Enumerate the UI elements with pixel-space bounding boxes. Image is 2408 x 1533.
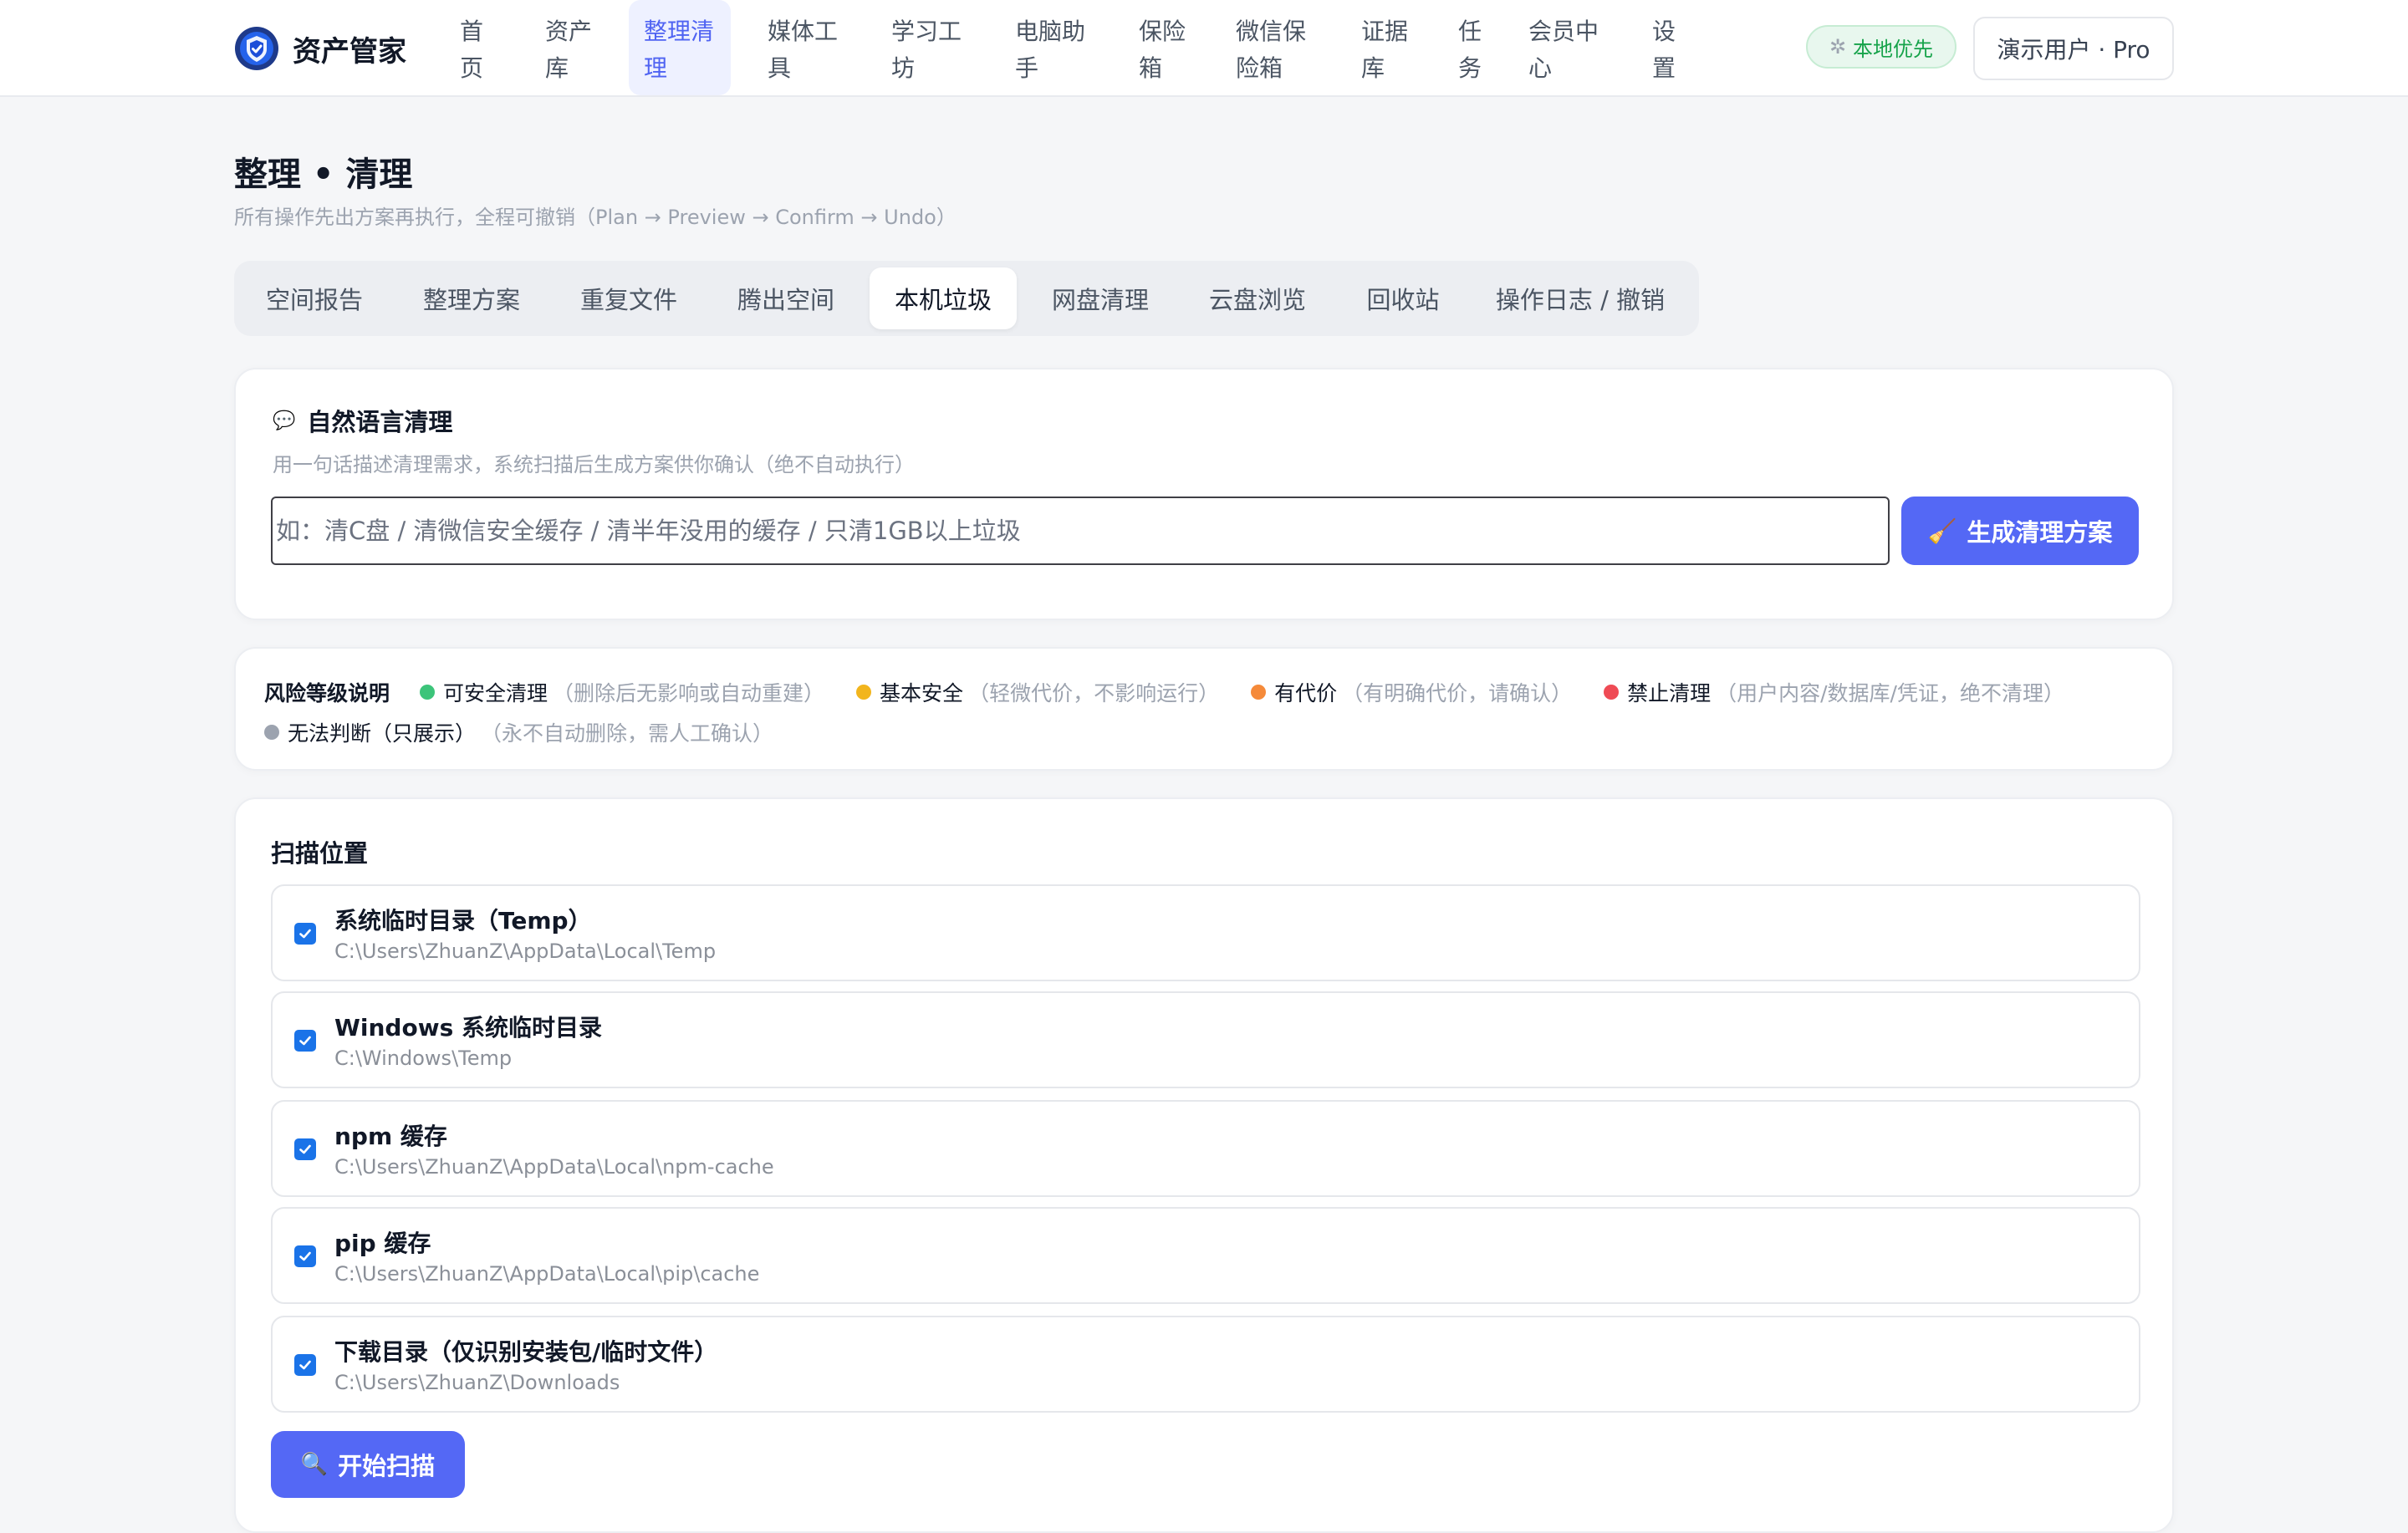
risk-level-legend-card: 风险等级说明 可安全清理 （删除后无影响或自动重建） 基本安全 （轻微代价，不影… [234, 647, 2174, 771]
start-scan-button[interactable]: 🔍 开始扫描 [271, 1431, 465, 1498]
scan-location-name: npm 缓存 [334, 1123, 447, 1150]
risk-note: （删除后无影响或自动重建） [553, 681, 825, 705]
risk-item-mostly-safe: 基本安全 （轻微代价，不影响运行） [856, 677, 1219, 707]
page-subtitle: 所有操作先出方案再执行，全程可撤销（Plan → Preview → Confi… [234, 206, 957, 229]
tab-space-report[interactable]: 空间报告 [249, 267, 380, 329]
scan-location-name: pip 缓存 [334, 1230, 431, 1257]
tab-cloud-browse[interactable]: 云盘浏览 [1192, 267, 1323, 329]
risk-legend-title: 风险等级说明 [264, 681, 390, 705]
section-tabs: 空间报告 整理方案 重复文件 腾出空间 本机垃圾 网盘清理 云盘浏览 回收站 操… [234, 261, 1699, 336]
tab-organize-plan[interactable]: 整理方案 [406, 267, 537, 329]
brand-name: 资产管家 [293, 34, 406, 69]
risk-legend-row-1: 风险等级说明 可安全清理 （删除后无影响或自动重建） 基本安全 （轻微代价，不影… [264, 677, 2096, 707]
user-account-button[interactable]: 演示用户 · Pro [1973, 17, 2174, 80]
checkbox-checked-icon[interactable] [294, 923, 316, 945]
gear-icon: ✲ [1829, 35, 1847, 59]
risk-note: （有明确代价，请确认） [1342, 681, 1573, 705]
page-title: 整理 • 清理 [234, 155, 413, 194]
scan-location-path: C:\Users\ZhuanZ\AppData\Local\pip\cache [334, 1262, 760, 1286]
top-navigation-bar: 资产管家 首页 资产库 整理清理 媒体工具 学习工坊 电脑助手 保险箱 微信保险… [0, 0, 2408, 97]
risk-item-unknown: 无法判断（只展示） （永不自动删除，需人工确认） [264, 717, 773, 747]
generate-cleanup-plan-label: 生成清理方案 [1967, 518, 2113, 547]
checkbox-checked-icon[interactable] [294, 1245, 316, 1267]
start-scan-label: 开始扫描 [338, 1452, 436, 1480]
nav-item-settings[interactable]: 设置 [1637, 0, 1691, 95]
scan-location-path: C:\Users\ZhuanZ\AppData\Local\Temp [334, 940, 717, 963]
risk-label: 可安全清理 [443, 681, 548, 705]
risk-label: 无法判断（只展示） [288, 721, 477, 746]
nav-item-tasks[interactable]: 任务 [1443, 0, 1497, 95]
scan-location-name: Windows 系统临时目录 [334, 1014, 602, 1042]
nav-item-asset-library[interactable]: 资产库 [530, 0, 607, 95]
checkbox-checked-icon[interactable] [294, 1030, 316, 1052]
risk-item-has-cost: 有代价 （有明确代价，请确认） [1251, 677, 1572, 707]
nav-item-vault[interactable]: 保险箱 [1124, 0, 1201, 95]
yellow-dot-icon [856, 685, 872, 700]
risk-note: （永不自动删除，需人工确认） [481, 721, 774, 746]
local-first-badge: ✲ 本地优先 [1806, 25, 1956, 69]
speech-bubble-icon: 💬 [273, 410, 296, 431]
nav-item-member-center[interactable]: 会员中心 [1513, 0, 1615, 95]
scan-location-item[interactable]: Windows 系统临时目录 C:\Windows\Temp [271, 991, 2140, 1088]
brand[interactable]: 资产管家 [234, 25, 406, 72]
natural-language-clean-card: 💬 自然语言清理 用一句话描述清理需求，系统扫描后生成方案供你确认（绝不自动执行… [234, 368, 2174, 620]
tab-recycle-bin[interactable]: 回收站 [1349, 267, 1457, 329]
scan-location-item[interactable]: pip 缓存 C:\Users\ZhuanZ\AppData\Local\pip… [271, 1207, 2140, 1304]
scan-location-name: 系统临时目录（Temp） [334, 907, 592, 935]
green-dot-icon [420, 685, 436, 700]
risk-label: 有代价 [1274, 681, 1338, 705]
nl-clean-heading: 💬 自然语言清理 [273, 403, 452, 438]
nav-item-learning-workshop[interactable]: 学习工坊 [876, 0, 978, 95]
risk-label: 禁止清理 [1627, 681, 1712, 705]
risk-note: （用户内容/数据库/凭证，绝不清理） [1716, 681, 2064, 705]
tab-duplicate-files[interactable]: 重复文件 [564, 267, 694, 329]
risk-item-safe: 可安全清理 （删除后无影响或自动重建） [420, 677, 824, 707]
scan-locations-title: 扫描位置 [271, 839, 369, 868]
risk-item-forbidden: 禁止清理 （用户内容/数据库/凭证，绝不清理） [1604, 677, 2064, 707]
tab-operation-log-undo[interactable]: 操作日志 / 撤销 [1483, 267, 1677, 329]
local-first-label: 本地优先 [1853, 37, 1934, 61]
scan-location-path: C:\Windows\Temp [334, 1047, 513, 1070]
scan-location-item[interactable]: npm 缓存 C:\Users\ZhuanZ\AppData\Local\npm… [271, 1100, 2140, 1197]
scan-location-item[interactable]: 下载目录（仅识别安装包/临时文件） C:\Users\ZhuanZ\Downlo… [271, 1316, 2140, 1413]
scan-location-path: C:\Users\ZhuanZ\AppData\Local\npm-cache [334, 1155, 774, 1179]
checkbox-checked-icon[interactable] [294, 1138, 316, 1160]
scan-locations-card: 扫描位置 系统临时目录（Temp） C:\Users\ZhuanZ\AppDat… [234, 797, 2174, 1533]
tab-local-junk[interactable]: 本机垃圾 [870, 267, 1017, 329]
broom-icon: 🧹 [1927, 517, 1957, 545]
tab-free-space[interactable]: 腾出空间 [721, 267, 851, 329]
nav-item-evidence-library[interactable]: 证据库 [1346, 0, 1423, 95]
scan-location-path: C:\Users\ZhuanZ\Downloads [334, 1371, 620, 1394]
checkbox-checked-icon[interactable] [294, 1354, 316, 1376]
nl-clean-title: 自然语言清理 [307, 408, 453, 436]
cleanup-request-input[interactable] [271, 497, 1890, 565]
nl-clean-description: 用一句话描述清理需求，系统扫描后生成方案供你确认（绝不自动执行） [273, 453, 915, 476]
orange-dot-icon [1251, 685, 1267, 700]
risk-legend-row-2: 无法判断（只展示） （永不自动删除，需人工确认） [264, 717, 805, 747]
nav-item-organize-clean[interactable]: 整理清理 [629, 0, 731, 95]
gray-dot-icon [264, 725, 279, 740]
scan-location-name: 下载目录（仅识别安装包/临时文件） [334, 1338, 718, 1366]
risk-label: 基本安全 [880, 681, 964, 705]
magnifier-icon: 🔍 [300, 1452, 329, 1477]
generate-cleanup-plan-button[interactable]: 🧹 生成清理方案 [1901, 497, 2139, 565]
red-dot-icon [1604, 685, 1620, 700]
tab-cloud-drive-clean[interactable]: 网盘清理 [1035, 267, 1166, 329]
nav-item-wechat-vault[interactable]: 微信保 险箱 [1221, 0, 1323, 95]
nav-item-home[interactable]: 首页 [445, 0, 498, 95]
scan-location-item[interactable]: 系统临时目录（Temp） C:\Users\ZhuanZ\AppData\Loc… [271, 884, 2140, 981]
nav-item-pc-assistant[interactable]: 电脑助手 [1000, 0, 1102, 95]
nav-item-media-tools[interactable]: 媒体工具 [752, 0, 855, 95]
risk-note: （轻微代价，不影响运行） [968, 681, 1220, 705]
shield-logo-icon [235, 27, 278, 70]
